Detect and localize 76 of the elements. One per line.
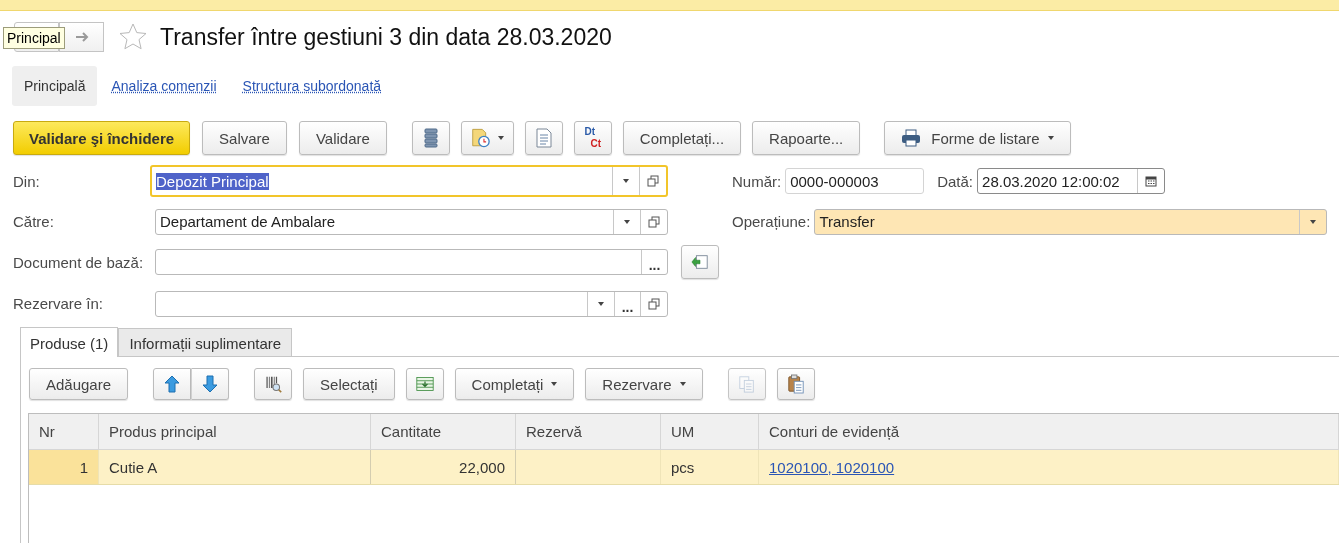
caret-icon <box>598 301 604 306</box>
table-cell: 22,000 <box>459 458 505 476</box>
toolbar-icon-button[interactable] <box>460 121 514 155</box>
move-down-button[interactable] <box>191 368 230 400</box>
arrow-up-icon <box>164 375 181 393</box>
tab[interactable]: Produse (1) <box>20 327 119 357</box>
table-import-icon <box>415 375 434 393</box>
star-icon[interactable] <box>118 22 148 52</box>
fill-from-base-button[interactable] <box>681 245 719 279</box>
toolbar-button[interactable]: Salvare <box>202 121 287 155</box>
field-label: Dată: <box>937 172 974 190</box>
column-header[interactable]: Produs principal <box>99 414 371 449</box>
debit-credit-button[interactable]: Dt Ct <box>573 121 612 155</box>
table-cell: Cutie A <box>109 458 158 476</box>
open-window-icon <box>648 297 660 310</box>
choose-button[interactable]: ... <box>614 291 640 316</box>
validate-close-button[interactable]: Validare şi închidere <box>13 121 191 155</box>
forward-button[interactable] <box>59 22 104 52</box>
arrow-down-icon <box>202 375 219 393</box>
caret-icon <box>1310 219 1317 224</box>
toolbar-icon-button[interactable] <box>405 368 444 400</box>
tab[interactable]: Structura subordonată <box>242 65 382 106</box>
toolbar-button[interactable]: Completați... <box>622 121 742 155</box>
field-label: Din: <box>13 172 41 190</box>
operation-field[interactable]: Transfer <box>814 208 1328 235</box>
input-field[interactable]: Depozit Principal <box>150 165 668 197</box>
table-link[interactable]: 1020100, 1020100 <box>769 458 895 476</box>
input-field[interactable]: Departament de Ambalare <box>155 208 668 235</box>
caret-icon <box>623 179 629 183</box>
field-label: Număr: <box>732 172 782 190</box>
document-clock-icon <box>470 127 490 149</box>
toolbar-button[interactable]: Completați <box>454 368 575 400</box>
date-field[interactable]: 28.03.2020 12:00:02 <box>977 168 1166 194</box>
toolbar-icon-button[interactable] <box>776 368 815 400</box>
input-field[interactable]: ... <box>155 249 668 275</box>
open-window-icon <box>647 175 659 187</box>
toolbar-icon-button[interactable] <box>254 368 293 400</box>
number-field[interactable]: 0000-000003 <box>785 168 925 194</box>
document-icon <box>535 128 552 148</box>
calendar-icon <box>1145 175 1158 187</box>
print-forms-button[interactable]: Forme de listare <box>884 121 1071 155</box>
printer-icon <box>901 129 922 147</box>
toolbar-icon-button[interactable] <box>411 121 450 155</box>
column-header[interactable]: Rezervă <box>516 414 661 449</box>
column-header[interactable]: UM <box>661 414 759 449</box>
toolbar-button[interactable]: Selectați <box>303 368 395 400</box>
list-icon <box>423 128 438 148</box>
table-cell: pcs <box>671 458 695 476</box>
copy-icon <box>737 374 756 394</box>
input-field[interactable]: ... <box>155 290 668 317</box>
column-header[interactable]: Cantitate <box>371 414 516 449</box>
move-up-button[interactable] <box>153 368 192 400</box>
paste-icon <box>786 373 805 395</box>
toolbar-button[interactable]: Rezervare <box>585 368 703 400</box>
toolbar-icon-button[interactable] <box>524 121 563 155</box>
toolbar-button[interactable]: Validare <box>298 121 387 155</box>
tab[interactable]: Principală <box>12 65 98 106</box>
column-header[interactable]: Conturi de evidență <box>759 414 1339 449</box>
choose-button[interactable]: ... <box>641 250 667 274</box>
tooltip: Principal <box>3 27 65 49</box>
field-label: Către: <box>13 213 55 230</box>
tab[interactable]: Informații suplimentare <box>118 328 293 356</box>
open-window-icon <box>648 215 660 228</box>
caret-icon <box>624 219 630 224</box>
field-label: Operațiune: <box>732 213 811 230</box>
field-label: Rezervare în: <box>13 295 105 312</box>
table-row[interactable]: 1 Cutie A 22,000 pcs 1020100, 1020100 <box>29 450 1339 485</box>
toolbar-button[interactable]: Adăugare <box>29 368 129 400</box>
tab[interactable]: Analiza comenzii <box>111 65 217 106</box>
window-title: Transfer între gestiuni 3 din data 28.03.2020 <box>160 23 612 51</box>
toolbar-button[interactable]: Rapoarte... <box>752 121 861 155</box>
table-cell: 1 <box>79 458 88 476</box>
arrow-right-icon <box>73 31 90 43</box>
field-label: Document de bază: <box>13 253 145 271</box>
column-header[interactable]: Nr <box>29 414 99 449</box>
document-arrow-icon <box>691 253 709 271</box>
